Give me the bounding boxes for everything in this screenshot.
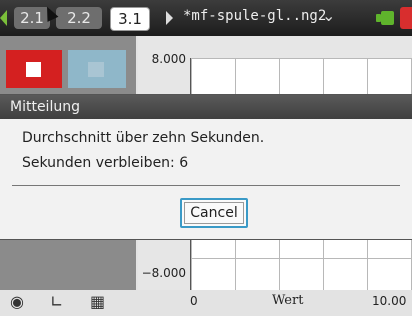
table-icon[interactable]: ▦ xyxy=(90,292,105,311)
x-axis-name: Wert xyxy=(272,293,304,308)
stop-button[interactable] xyxy=(6,50,62,88)
bottom-toolbar: ◉ ∟ ▦ xyxy=(0,290,136,316)
message-dialog: Mitteilung Durchschnitt über zehn Sekund… xyxy=(0,94,412,240)
tab-2-2[interactable]: 2.2 xyxy=(56,7,102,29)
start-icon xyxy=(88,62,104,77)
dialog-title: Mitteilung xyxy=(0,95,412,119)
dialog-countdown: Sekunden verbleiben: 6 xyxy=(22,155,189,171)
tab-bar: 2.1 2.2 3.1 *mf-spule-gl..ng2 ⌄ xyxy=(0,0,412,36)
cancel-button-label: Cancel xyxy=(184,202,244,224)
y-axis-min-label: −8.000 xyxy=(141,266,186,280)
chevron-down-icon[interactable]: ⌄ xyxy=(322,6,335,25)
previous-arrow-icon[interactable] xyxy=(0,10,7,26)
sensor-icon[interactable]: ◉ xyxy=(10,292,24,311)
document-title[interactable]: *mf-spule-gl..ng2 xyxy=(183,8,326,24)
next-tab-edge[interactable] xyxy=(400,7,412,29)
graph-icon[interactable]: ∟ xyxy=(50,292,63,311)
cancel-button[interactable]: Cancel xyxy=(180,198,248,228)
tab-3-1[interactable]: 3.1 xyxy=(110,7,150,31)
y-axis-max-label: 8.000 xyxy=(151,52,186,66)
dialog-divider xyxy=(12,185,400,186)
x-axis-max-label: 10.00 xyxy=(372,294,407,308)
stop-icon xyxy=(26,62,41,77)
x-axis-min-label: 0 xyxy=(190,294,198,308)
start-button[interactable] xyxy=(68,50,126,88)
battery-icon xyxy=(381,11,394,25)
dialog-message: Durchschnitt über zehn Sekunden. xyxy=(22,130,265,146)
next-arrow-icon[interactable] xyxy=(166,11,173,25)
